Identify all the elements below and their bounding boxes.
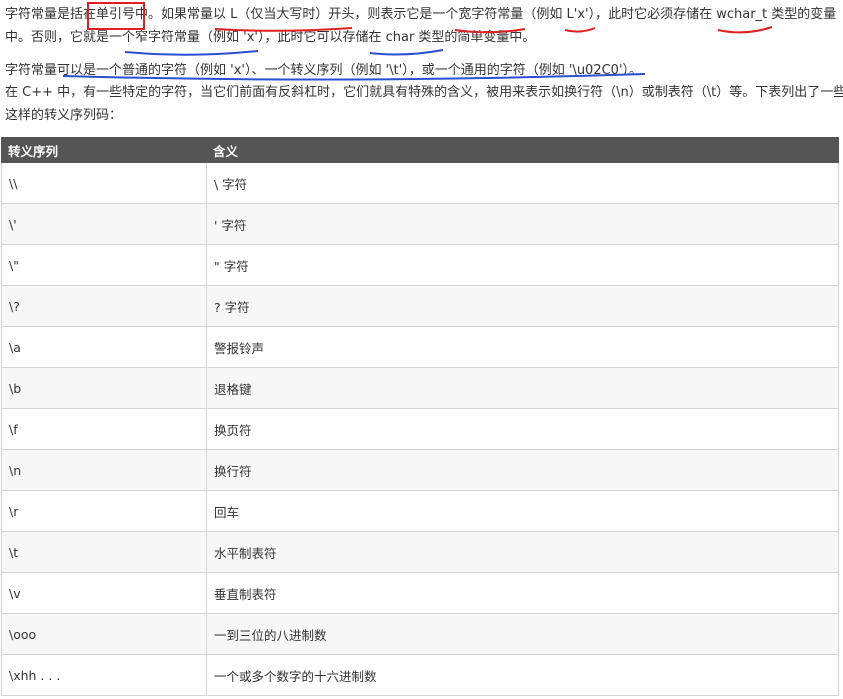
escape-sequence-cell: \xhh . . . bbox=[1, 654, 207, 696]
table-row: \\ \ 字符 bbox=[1, 162, 839, 204]
meaning-cell: 回车 bbox=[206, 490, 839, 532]
paragraph-line: 这样的转义序列码： bbox=[5, 108, 123, 123]
escape-sequence-cell: \v bbox=[1, 572, 207, 614]
escape-sequence-cell: \b bbox=[1, 367, 207, 409]
table-row: \xhh . . . 一个或多个数字的十六进制数 bbox=[1, 654, 839, 696]
blue-underline-annotation bbox=[369, 49, 444, 56]
escape-sequence-cell: \" bbox=[1, 244, 207, 286]
escape-sequence-table: 转义序列 含义 \\ \ 字符 \' ' 字符 \" " 字符 \?? 字符 \a 警报… bbox=[1, 137, 839, 696]
meaning-cell: 水平制表符 bbox=[206, 531, 839, 573]
column-header-sequence: 转义序列 bbox=[1, 137, 207, 163]
meaning-cell: ' 字符 bbox=[206, 203, 839, 245]
blue-underline-annotation bbox=[124, 50, 259, 56]
paragraph-line: 字符常量是括在单引号中。如果常量以 L（仅当大写时）开头，则表示它是一个宽字符常… bbox=[5, 7, 837, 22]
escape-sequence-cell: \? bbox=[1, 285, 207, 327]
paragraph-escape-intro: 在 C++ 中，有一些特定的字符，当它们前面有反斜杠时，它们就具有特殊的含义，被… bbox=[5, 82, 843, 128]
escape-sequence-cell: \ooo bbox=[1, 613, 207, 655]
meaning-cell: 垂直制表符 bbox=[206, 572, 839, 614]
paragraph-constant-kinds: 字符常量可以是一个普通的字符（例如 'x'）、一个转义序列（例如 '\t'），或… bbox=[5, 63, 643, 78]
table-row: \b 退格键 bbox=[1, 367, 839, 409]
meaning-cell: 换页符 bbox=[206, 408, 839, 450]
meaning-cell: 一到三位的八进制数 bbox=[206, 613, 839, 655]
escape-sequence-cell: \\ bbox=[1, 162, 207, 204]
escape-sequence-cell: \r bbox=[1, 490, 207, 532]
table-row: \?? 字符 bbox=[1, 285, 839, 327]
table-row: \v 垂直制表符 bbox=[1, 572, 839, 614]
meaning-cell: 退格键 bbox=[206, 367, 839, 409]
table-header-row: 转义序列 含义 bbox=[1, 137, 839, 163]
escape-sequence-cell: \' bbox=[1, 203, 207, 245]
meaning-cell: 警报铃声 bbox=[206, 326, 839, 368]
table-row: \' ' 字符 bbox=[1, 203, 839, 245]
table-row: \t 水平制表符 bbox=[1, 531, 839, 573]
meaning-cell: 一个或多个数字的十六进制数 bbox=[206, 654, 839, 696]
meaning-cell: \ 字符 bbox=[206, 162, 839, 204]
meaning-cell: " 字符 bbox=[206, 244, 839, 286]
table-row: \r 回车 bbox=[1, 490, 839, 532]
table-row: \" " 字符 bbox=[1, 244, 839, 286]
meaning-cell: 换行符 bbox=[206, 449, 839, 491]
paragraph-line: 在 C++ 中，有一些特定的字符，当它们前面有反斜杠时，它们就具有特殊的含义，被… bbox=[5, 85, 843, 100]
meaning-cell: ? 字符 bbox=[206, 285, 839, 327]
paragraph-character-constants: 字符常量是括在单引号中。如果常量以 L（仅当大写时）开头，则表示它是一个宽字符常… bbox=[5, 4, 836, 50]
escape-sequence-cell: \f bbox=[1, 408, 207, 450]
table-row: \a 警报铃声 bbox=[1, 326, 839, 368]
table-row: \f 换页符 bbox=[1, 408, 839, 450]
escape-sequence-cell: \n bbox=[1, 449, 207, 491]
column-header-meaning: 含义 bbox=[206, 137, 839, 163]
escape-sequence-cell: \t bbox=[1, 531, 207, 573]
escape-sequence-cell: \a bbox=[1, 326, 207, 368]
table-row: \ooo 一到三位的八进制数 bbox=[1, 613, 839, 655]
paragraph-line: 中。否则，它就是一个窄字符常量（例如 'x'），此时它可以存储在 char 类型… bbox=[5, 30, 536, 45]
table-row: \n 换行符 bbox=[1, 449, 839, 491]
